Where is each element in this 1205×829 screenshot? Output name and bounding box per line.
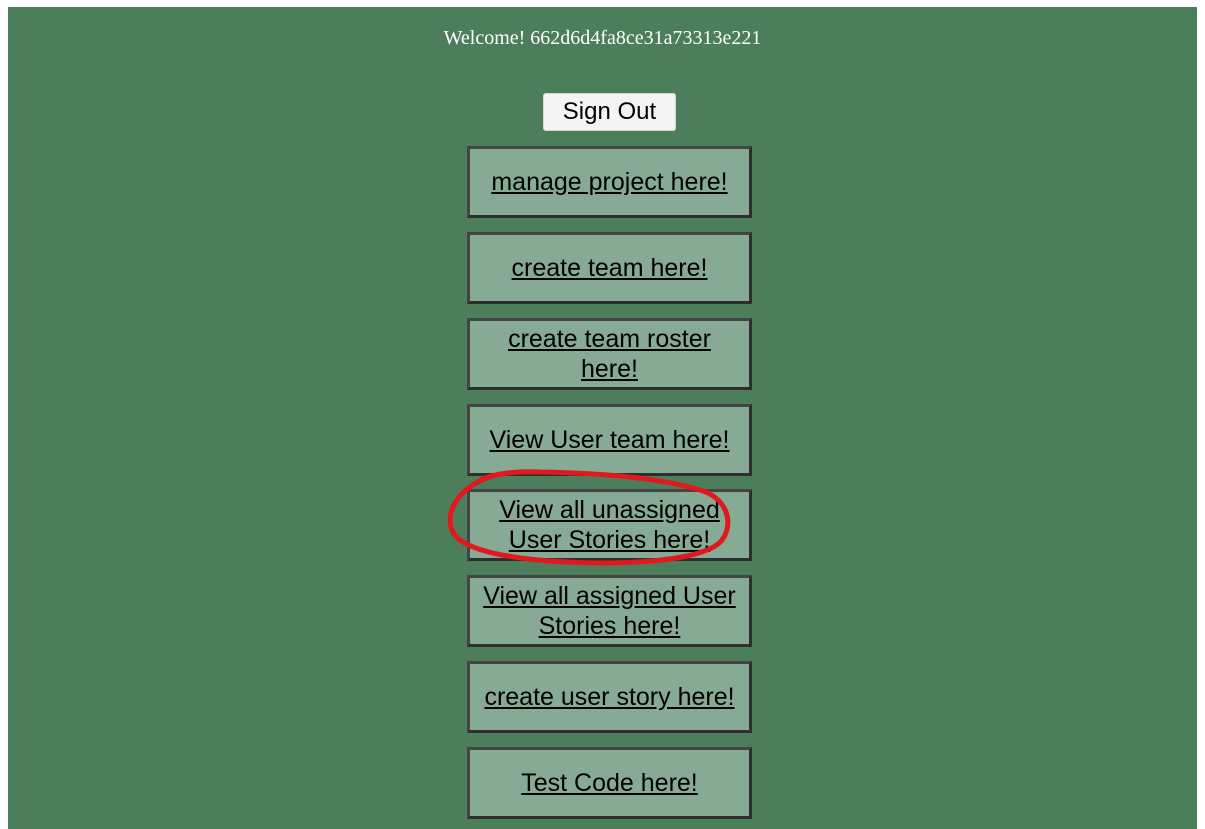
- view-unassigned-user-stories-link[interactable]: View all unassigned User Stories here!: [480, 495, 739, 555]
- nav-box-view-user-team: View User team here!: [467, 404, 752, 476]
- view-user-team-link[interactable]: View User team here!: [490, 425, 730, 455]
- nav-box-create-user-story: create user story here!: [467, 661, 752, 733]
- nav-box-view-assigned-stories: View all assigned User Stories here!: [467, 575, 752, 647]
- sign-out-button[interactable]: Sign Out: [543, 93, 676, 131]
- nav-box-create-team-roster: create team roster here!: [467, 318, 752, 390]
- nav-box-test-code: Test Code here!: [467, 747, 752, 819]
- view-assigned-user-stories-link[interactable]: View all assigned User Stories here!: [480, 581, 739, 641]
- nav-box-view-unassigned-stories: View all unassigned User Stories here!: [467, 489, 752, 561]
- nav-box-manage-project: manage project here!: [467, 146, 752, 218]
- welcome-message: Welcome! 662d6d4fa8ce31a73313e221: [443, 27, 762, 49]
- create-team-roster-link[interactable]: create team roster here!: [480, 324, 739, 384]
- create-team-link[interactable]: create team here!: [512, 253, 708, 283]
- test-code-link[interactable]: Test Code here!: [521, 768, 698, 798]
- nav-box-create-team: create team here!: [467, 232, 752, 304]
- create-user-story-link[interactable]: create user story here!: [484, 682, 734, 712]
- manage-project-link[interactable]: manage project here!: [491, 167, 727, 197]
